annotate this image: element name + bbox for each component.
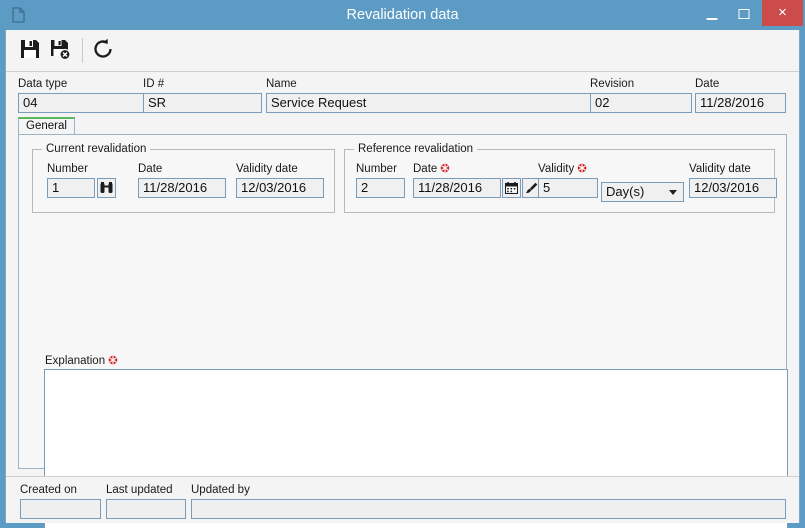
- field-created-on: Created on: [20, 484, 101, 519]
- field-label: Revision: [590, 78, 635, 90]
- current-number-input[interactable]: 1: [47, 178, 95, 198]
- field-revision: Revision 02: [590, 78, 692, 113]
- title-bar: Revalidation data ×: [0, 0, 805, 30]
- required-marker-icon: [108, 355, 118, 365]
- validity-unit-value: Day(s): [606, 184, 645, 199]
- reference-validity-date-input[interactable]: 12/03/2016: [689, 178, 777, 198]
- explanation-label-text: Explanation: [45, 355, 106, 367]
- close-button[interactable]: ×: [762, 0, 803, 26]
- save-cancel-button[interactable]: [48, 37, 76, 65]
- last-updated-value: [106, 499, 186, 519]
- updated-by-value: [191, 499, 786, 519]
- footer-bar: Created on Last updated Updated by: [6, 476, 799, 523]
- revision-input[interactable]: 02: [590, 93, 692, 113]
- field-label: Data type: [18, 78, 68, 90]
- created-on-value: [20, 499, 101, 519]
- field-label: Date: [695, 78, 720, 90]
- field-label: Number: [47, 163, 88, 175]
- reference-validity-date-field: Validity date 12/03/2016: [689, 163, 777, 198]
- floppy-save-icon: [21, 40, 39, 58]
- field-label: Date: [413, 163, 545, 176]
- refresh-button[interactable]: [91, 37, 119, 65]
- window-title: Revalidation data: [346, 7, 459, 23]
- field-label: Created on: [20, 484, 77, 496]
- floppy-save-cancel-icon: [51, 40, 71, 61]
- name-input[interactable]: Service Request: [266, 93, 591, 113]
- tab-page-general: Current revalidation Number 1 Date 11/28…: [18, 134, 788, 528]
- field-label: ID #: [143, 78, 165, 90]
- current-date-field: Date 11/28/2016: [138, 163, 226, 198]
- field-label: Validity: [538, 163, 598, 176]
- current-validity-date-input[interactable]: 12/03/2016: [236, 178, 324, 198]
- reference-number-input[interactable]: 2: [356, 178, 405, 198]
- binoculars-icon[interactable]: [97, 178, 116, 198]
- field-label: Last updated: [106, 484, 173, 496]
- field-label: Number: [356, 163, 397, 175]
- minimize-icon: [706, 17, 718, 20]
- group-current-revalidation: Current revalidation Number 1 Date 11/28…: [32, 143, 335, 213]
- group-title: Reference revalidation: [354, 143, 478, 156]
- save-button[interactable]: [18, 37, 46, 65]
- calendar-icon[interactable]: [502, 178, 521, 198]
- client-area: Data type 04 ID # SR Name Service Reques…: [5, 30, 800, 528]
- reference-validity-input[interactable]: 5: [538, 178, 598, 198]
- field-label: Date: [138, 163, 163, 175]
- close-icon: ×: [778, 4, 787, 21]
- group-reference-revalidation: Reference revalidation Number 2 Date 11/…: [344, 143, 777, 213]
- toolbar: [6, 30, 799, 72]
- current-validity-date-field: Validity date 12/03/2016: [236, 163, 324, 198]
- field-label: Updated by: [191, 484, 250, 496]
- data-type-input[interactable]: 04: [18, 93, 156, 113]
- field-data-type: Data type 04: [18, 78, 156, 113]
- revalidation-data-window: Revalidation data × Data type 04 ID # SR…: [0, 0, 805, 528]
- maximize-button[interactable]: [730, 2, 758, 25]
- toolbar-separator: [82, 38, 83, 63]
- required-marker-icon: [440, 163, 450, 173]
- current-number-field: Number 1: [47, 163, 116, 198]
- field-date: Date 11/28/2016: [695, 78, 786, 113]
- tab-strip: General: [18, 117, 787, 135]
- group-title: Current revalidation: [42, 143, 151, 156]
- minimize-button[interactable]: [698, 2, 726, 25]
- field-id: ID # SR: [143, 78, 262, 113]
- current-date-input[interactable]: 11/28/2016: [138, 178, 226, 198]
- reference-date-input[interactable]: 11/28/2016: [413, 178, 501, 198]
- field-label-text: Validity: [538, 163, 575, 175]
- validity-unit-dropdown[interactable]: Day(s): [601, 182, 684, 202]
- field-last-updated: Last updated: [106, 484, 186, 519]
- maximize-icon: [738, 8, 750, 19]
- field-name: Name Service Request: [266, 78, 591, 113]
- field-label: Name: [266, 78, 297, 90]
- reference-date-field: Date 11/28/2016: [413, 163, 545, 198]
- field-updated-by: Updated by: [191, 484, 786, 519]
- reference-validity-field: Validity 5: [538, 163, 598, 198]
- required-marker-icon: [577, 163, 587, 173]
- chevron-down-icon: [669, 190, 677, 195]
- id-input[interactable]: SR: [143, 93, 262, 113]
- explanation-label: Explanation: [45, 355, 118, 368]
- date-input[interactable]: 11/28/2016: [695, 93, 786, 113]
- refresh-icon: [94, 38, 112, 58]
- field-label: Validity date: [689, 163, 751, 175]
- field-label-text: Date: [413, 163, 438, 175]
- reference-number-field: Number 2: [356, 163, 405, 198]
- field-label: Validity date: [236, 163, 298, 175]
- tab-general[interactable]: General: [18, 117, 75, 135]
